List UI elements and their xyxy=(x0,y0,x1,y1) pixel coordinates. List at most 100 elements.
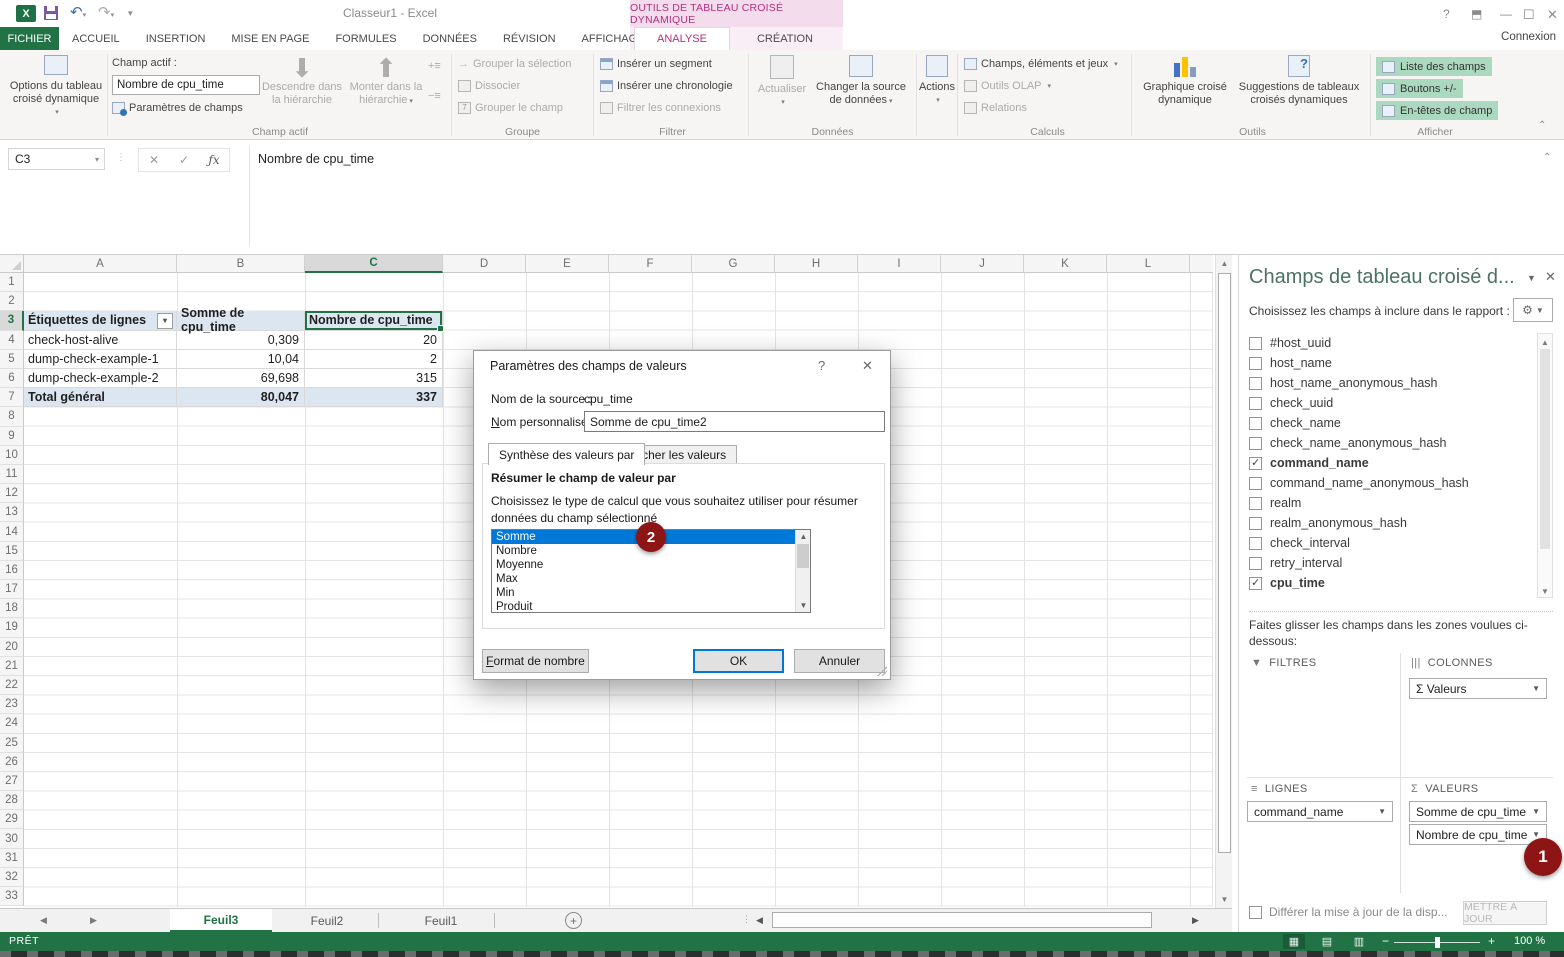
qat-customize-icon[interactable]: ▾ xyxy=(128,8,133,19)
pane-close-icon[interactable]: ✕ xyxy=(1545,269,1556,285)
row-header[interactable]: 30 xyxy=(0,829,24,848)
pivot-row[interactable]: dump-check-example-2 69,698 315 xyxy=(24,369,443,388)
tab-summarize-values[interactable]: Synthèse des valeurs par xyxy=(488,443,645,465)
grid-vertical-scrollbar[interactable]: ▲ ▼ xyxy=(1215,255,1232,908)
drill-up-button[interactable]: ⬆ Monter dans lahiérarchie▾ xyxy=(346,55,426,108)
chevron-down-icon[interactable]: ▾ xyxy=(95,155,99,164)
minimize-icon[interactable]: — xyxy=(1500,7,1512,21)
tab-accueil[interactable]: ACCUEIL xyxy=(59,27,133,50)
scroll-up-icon[interactable]: ▲ xyxy=(796,530,811,543)
field-settings-button[interactable]: Paramètres de champs xyxy=(112,102,243,114)
listbox-scrollbar[interactable]: ▲ ▼ xyxy=(795,530,810,612)
pivot-options-button[interactable]: Options du tableau croisé dynamique▾ xyxy=(6,55,106,119)
field-item[interactable]: check_name_anonymous_hash xyxy=(1249,433,1535,453)
page-break-view-icon[interactable]: ▥ xyxy=(1348,934,1370,949)
column-header[interactable]: A xyxy=(24,255,177,273)
scroll-left-icon[interactable]: ◀ xyxy=(756,915,763,926)
custom-name-input[interactable] xyxy=(584,411,885,432)
field-checkbox[interactable] xyxy=(1249,437,1262,450)
column-header[interactable]: H xyxy=(775,255,858,273)
field-checkbox[interactable] xyxy=(1249,357,1262,370)
row-header[interactable]: 31 xyxy=(0,849,24,868)
close-icon[interactable]: ✕ xyxy=(1547,7,1558,23)
defer-layout-checkbox[interactable] xyxy=(1249,906,1262,919)
row-header[interactable]: 21 xyxy=(0,657,24,676)
row-header[interactable]: 22 xyxy=(0,676,24,695)
cancel-entry-icon[interactable]: ✕ xyxy=(139,153,169,167)
field-item[interactable]: command_name xyxy=(1249,453,1535,473)
filter-dropdown-icon[interactable]: ▾ xyxy=(157,313,173,329)
scrollbar-thumb[interactable] xyxy=(772,912,1152,928)
row-header[interactable]: 32 xyxy=(0,868,24,887)
field-item[interactable]: command_name_anonymous_hash xyxy=(1249,473,1535,493)
summary-option[interactable]: Max xyxy=(492,572,810,586)
column-header[interactable]: K xyxy=(1024,255,1107,273)
group-field-button[interactable]: 7 Grouper le champ xyxy=(458,102,563,114)
tab-scrollbar-splitter[interactable]: ⋮ xyxy=(742,914,752,925)
collapse-field-icon[interactable]: −≡ xyxy=(428,90,441,102)
expand-field-icon[interactable]: +≡ xyxy=(428,60,441,72)
undo-icon[interactable]: ↶▾ xyxy=(70,3,86,21)
column-header[interactable]: D xyxy=(443,255,526,273)
column-header[interactable]: I xyxy=(858,255,941,273)
column-header[interactable]: E xyxy=(526,255,609,273)
field-chip[interactable]: Nombre de cpu_time▼ xyxy=(1409,824,1547,845)
pivot-row[interactable]: check-host-alive 0,309 20 xyxy=(24,331,443,350)
row-header[interactable]: 2 xyxy=(0,292,24,311)
tab-analyse-active[interactable]: ANALYSE xyxy=(634,27,730,50)
formula-bar-splitter[interactable]: ⋮ xyxy=(116,152,126,163)
row-header[interactable]: 25 xyxy=(0,734,24,753)
zoom-slider-thumb[interactable] xyxy=(1435,937,1440,948)
scroll-right-icon[interactable]: ▶ xyxy=(1192,915,1199,926)
field-item[interactable]: check_uuid xyxy=(1249,393,1535,413)
field-checkbox[interactable] xyxy=(1249,577,1262,590)
tab-mise-en-page[interactable]: MISE EN PAGE xyxy=(218,27,322,50)
page-layout-view-icon[interactable]: ▤ xyxy=(1316,934,1338,949)
scroll-down-icon[interactable]: ▼ xyxy=(796,599,811,612)
field-checkbox[interactable] xyxy=(1249,397,1262,410)
field-checkbox[interactable] xyxy=(1249,337,1262,350)
field-item[interactable]: check_interval xyxy=(1249,533,1535,553)
row-header[interactable]: 29 xyxy=(0,810,24,829)
column-header[interactable]: G xyxy=(692,255,775,273)
summary-option[interactable]: Min xyxy=(492,586,810,600)
row-header[interactable]: 28 xyxy=(0,791,24,810)
row-header[interactable]: 9 xyxy=(0,427,24,446)
column-header[interactable]: B xyxy=(177,255,305,273)
row-header[interactable]: 19 xyxy=(0,618,24,637)
refresh-button[interactable]: Actualiser▾ xyxy=(756,55,808,109)
chevron-down-icon[interactable]: ▼ xyxy=(1378,807,1386,816)
connexion-link[interactable]: Connexion xyxy=(1501,31,1556,43)
horizontal-scrollbar[interactable] xyxy=(770,911,1186,929)
row-header[interactable]: 14 xyxy=(0,522,24,541)
field-checkbox[interactable] xyxy=(1249,457,1262,470)
pivot-chart-button[interactable]: Graphique croisédynamique xyxy=(1140,55,1230,107)
tab-creation[interactable]: CRÉATION xyxy=(731,27,839,50)
tab-insertion[interactable]: INSERTION xyxy=(133,27,219,50)
tab-donnees[interactable]: DONNÉES xyxy=(410,27,490,50)
normal-view-icon[interactable]: ▦ xyxy=(1283,934,1305,949)
field-list-scrollbar[interactable]: ▲ ▼ xyxy=(1537,333,1553,598)
field-item[interactable]: host_name_anonymous_hash xyxy=(1249,373,1535,393)
field-checkbox[interactable] xyxy=(1249,377,1262,390)
collapse-ribbon-icon[interactable]: ⌃ xyxy=(1538,120,1546,131)
field-list-toggle[interactable]: Liste des champs xyxy=(1376,57,1492,76)
row-header[interactable]: 33 xyxy=(0,887,24,906)
ribbon-display-icon[interactable]: ⬒ xyxy=(1471,7,1482,21)
row-header[interactable]: 23 xyxy=(0,695,24,714)
actions-button[interactable]: Actions▾ xyxy=(918,55,956,107)
pivot-row[interactable]: dump-check-example-1 10,04 2 xyxy=(24,350,443,369)
drill-down-button[interactable]: ⬇ Descendre dansla hiérarchie xyxy=(258,55,346,107)
field-headers-toggle[interactable]: En-têtes de champ xyxy=(1376,101,1498,120)
scroll-down-icon[interactable]: ▼ xyxy=(1538,583,1552,599)
sheet-nav-right-icon[interactable]: ▶ xyxy=(90,915,97,926)
dialog-close-icon[interactable]: ✕ xyxy=(862,358,873,374)
pivot-sum-header[interactable]: Somme de cpu_time xyxy=(177,311,305,330)
number-format-button[interactable]: Format de nombre xyxy=(482,649,589,673)
save-icon[interactable] xyxy=(44,6,58,20)
row-header[interactable]: 1 xyxy=(0,273,24,292)
row-header[interactable]: 27 xyxy=(0,772,24,791)
column-header[interactable]: J xyxy=(941,255,1024,273)
sheet-tab-feuil1[interactable]: Feuil1 xyxy=(396,909,486,932)
row-header[interactable]: 15 xyxy=(0,542,24,561)
